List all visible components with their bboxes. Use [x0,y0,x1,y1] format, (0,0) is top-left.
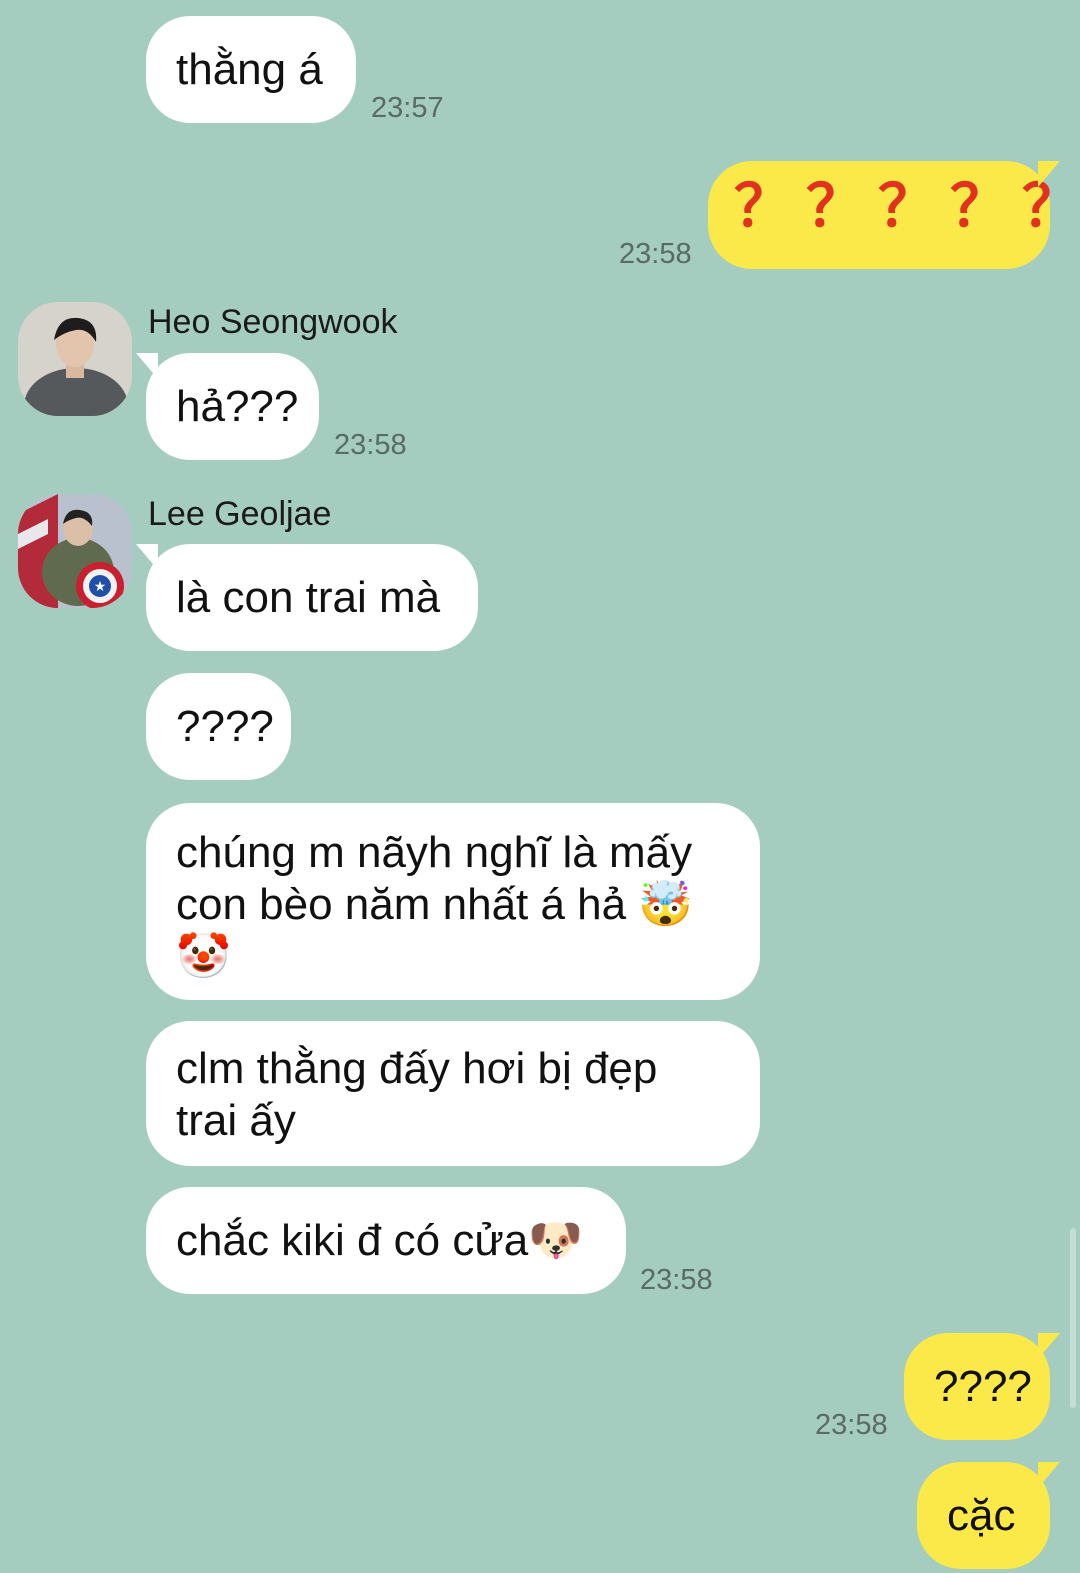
message-bubble-outgoing[interactable]: ？？？？？ [708,161,1080,269]
message-timestamp: 23:58 [640,1264,713,1296]
message-timestamp: 23:58 [619,238,692,270]
sender-name: Heo Seongwook [148,303,398,341]
message-text: ？？？？？ [734,174,1080,239]
sender-name: Lee Geoljae [148,495,332,533]
message-text: thằng á [176,45,323,94]
message-bubble-incoming[interactable]: chúng m nãyh nghĩ là mấy con bèo năm nhấ… [146,803,760,1000]
person-avatar-icon [18,302,132,416]
message-text-line: chúng m nãyh nghĩ là mấy [176,828,693,877]
message-text: chắc kiki đ có cửa [176,1216,529,1265]
exploding-head-emoji-icon: 🤯 [638,879,694,930]
message-timestamp: 23:58 [334,429,407,461]
message-timestamp: 23:58 [815,1409,888,1441]
clown-face-emoji-icon: 🤡 [176,931,231,982]
message-text-line: trai ấy [176,1096,296,1145]
message-bubble-incoming[interactable]: chắc kiki đ có cửa🐶 [146,1187,626,1294]
message-text: cặc [947,1491,1016,1540]
avatar-heo-seongwook[interactable] [18,302,132,416]
scrollbar[interactable] [1070,1228,1076,1408]
message-text: ???? [934,1362,1032,1411]
svg-text:★: ★ [94,579,107,595]
message-timestamp: 23:57 [371,92,444,124]
message-bubble-incoming[interactable]: hả??? [136,353,319,460]
message-bubble-incoming[interactable]: là con trai mà [136,544,478,651]
message-text-line: con bèo năm nhất á hả [176,880,627,929]
shield-avatar-icon: ★ [18,494,132,608]
message-bubble-incoming[interactable]: clm thằng đấy hơi bị đẹp trai ấy [146,1021,760,1166]
message-bubble-outgoing[interactable]: cặc [917,1462,1060,1569]
message-bubble-incoming[interactable]: ???? [146,673,291,780]
message-text-line: clm thằng đấy hơi bị đẹp [176,1044,658,1093]
message-text: hả??? [176,382,299,431]
dog-face-emoji-icon: 🐶 [528,1215,584,1266]
message-text: ???? [176,702,274,751]
message-bubble-outgoing[interactable]: ???? [904,1333,1060,1440]
avatar-lee-geoljae[interactable]: ★ [18,494,132,608]
message-bubble-incoming[interactable]: thằng á [146,16,356,123]
message-text: là con trai mà [176,573,441,622]
